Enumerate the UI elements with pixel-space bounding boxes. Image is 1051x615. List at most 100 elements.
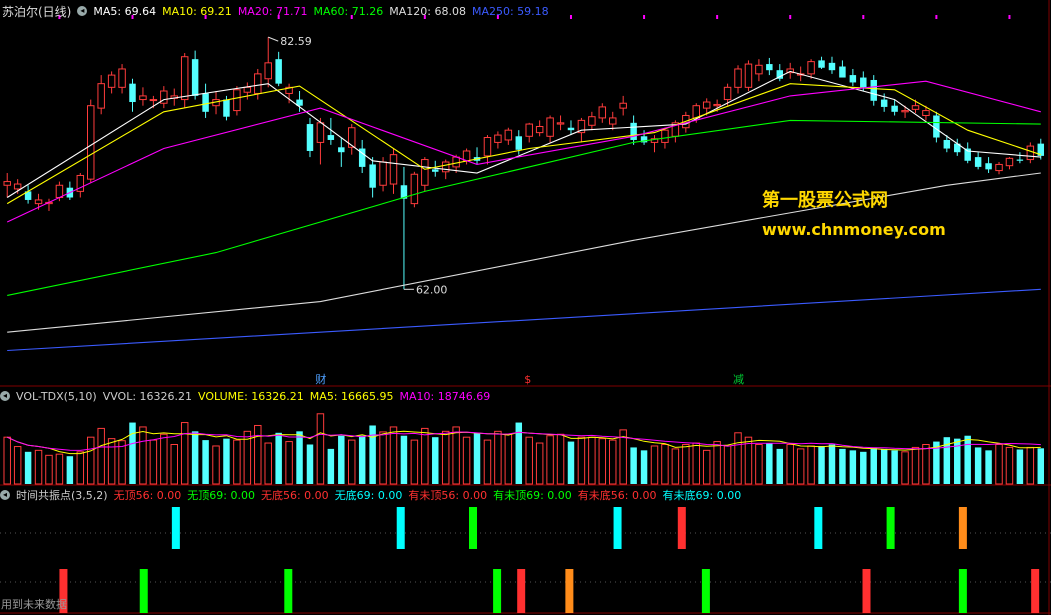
volume-bar: [692, 442, 700, 485]
volume-bar: [316, 413, 325, 485]
volume-bar: [3, 436, 11, 485]
volume-bar: [462, 436, 471, 485]
volume-bar: [421, 427, 429, 485]
candle-body: [441, 161, 450, 173]
volume-bar: [880, 448, 888, 484]
signal-bar-bottom: [701, 569, 710, 613]
volume-bar: [786, 444, 794, 485]
price-high-label-arrow: [268, 36, 279, 42]
candle-body: [911, 105, 920, 110]
candle-body: [97, 83, 105, 109]
event-marker: 财: [315, 372, 326, 386]
candle-body: [755, 64, 763, 75]
candle-body: [630, 122, 637, 140]
candle-body: [494, 134, 502, 143]
volume-bar: [107, 438, 116, 485]
volume-bar: [755, 444, 763, 485]
candle-body: [149, 99, 158, 102]
legend-entry: MA120: 68.08: [389, 4, 466, 18]
candle-body: [567, 127, 575, 131]
candle-body: [233, 89, 241, 112]
signal-bar-top: [677, 507, 686, 549]
signal-legend: 无顶56: 0.00 无顶69: 0.00 无底56: 0.00 无底69: 0.00…: [114, 487, 742, 503]
volume-bar: [452, 426, 460, 485]
kline-chart[interactable]: 82.59 62.00 财 $ 减: [0, 0, 1051, 615]
volume-bar: [588, 436, 596, 485]
volume-bar: [723, 445, 732, 485]
price-low-label: 62.00: [416, 283, 448, 296]
volume-bar: [598, 438, 607, 485]
candle-body: [55, 184, 64, 199]
candle-body: [139, 95, 147, 101]
volume-bar: [860, 451, 867, 484]
candle-body: [818, 60, 825, 68]
volume-bar: [525, 436, 533, 485]
volume-bar: [682, 444, 690, 485]
candle-body: [504, 129, 513, 141]
volume-bar: [776, 448, 784, 484]
candle-body: [922, 110, 930, 116]
volume-bar: [473, 432, 481, 484]
candle-body: [702, 101, 711, 109]
volume-bar: [338, 435, 345, 484]
volume-bar: [1026, 446, 1035, 485]
volume-bar: [180, 422, 189, 485]
volume-bar: [358, 435, 366, 484]
candle-body: [3, 181, 11, 186]
volume-bar: [661, 444, 669, 485]
candle-body: [598, 106, 607, 119]
volume-bar: [1005, 446, 1014, 485]
volume-bar: [129, 422, 136, 484]
volume-bar: [139, 426, 147, 485]
signal-bar-top: [171, 507, 180, 549]
watermark-url: www.chnmoney.com: [762, 220, 946, 239]
volume-bar: [577, 436, 586, 485]
event-marker: 减: [733, 373, 744, 386]
volume-bar: [306, 444, 314, 484]
legend-entry: 无顶56: 0.00: [113, 489, 182, 502]
candle-body: [264, 62, 272, 80]
candle-body: [432, 169, 439, 172]
candle-body: [839, 66, 846, 78]
volume-bar: [734, 432, 742, 485]
volume-bar: [348, 439, 356, 485]
volume-bar: [702, 449, 711, 485]
signal-bar-bottom: [862, 569, 871, 613]
volume-bar: [223, 438, 230, 484]
volume-bar: [296, 431, 303, 484]
volume-bar: [911, 446, 920, 485]
signal-indicator-name: 时间共振点(3,5,2): [16, 489, 108, 502]
collapse-circle-icon[interactable]: ◂: [0, 490, 10, 500]
candle-body: [1026, 145, 1035, 161]
candle-body: [515, 136, 523, 150]
legend-entry: MA10: 69.21: [162, 4, 232, 18]
stock-name: 苏泊尔(日线): [2, 4, 72, 19]
candle-body: [452, 156, 460, 168]
collapse-circle-icon[interactable]: ◂: [77, 6, 88, 16]
volume-bar: [76, 451, 85, 485]
legend-entry: MA5: 69.64: [93, 4, 157, 18]
candle-body: [901, 110, 909, 113]
legend-entry: 无底69: 0.00: [334, 489, 403, 502]
volume-bar: [400, 435, 408, 484]
signal-bar-top: [958, 507, 967, 549]
legend-entry: MA5: 16665.95: [309, 389, 394, 403]
volume-bar: [432, 437, 439, 484]
footer-note: 用到未来数据: [1, 598, 67, 611]
candle-body: [985, 163, 992, 170]
signal-bar-bottom: [284, 569, 293, 613]
candle-body: [734, 68, 742, 88]
candle-body: [1016, 159, 1024, 161]
volume-bar: [55, 453, 64, 485]
volume-bar: [191, 431, 199, 484]
legend-entry: MA20: 71.71: [237, 4, 308, 18]
volume-bar: [567, 441, 575, 484]
collapse-circle-icon[interactable]: ◂: [0, 391, 10, 401]
legend-entry: VOLUME: 16326.21: [198, 389, 304, 403]
volume-bar: [170, 444, 178, 485]
volume-bar: [766, 443, 773, 484]
volume-bar: [796, 448, 805, 485]
volume-bar: [327, 448, 335, 484]
candle-body: [828, 62, 836, 71]
candle-body: [180, 56, 189, 101]
